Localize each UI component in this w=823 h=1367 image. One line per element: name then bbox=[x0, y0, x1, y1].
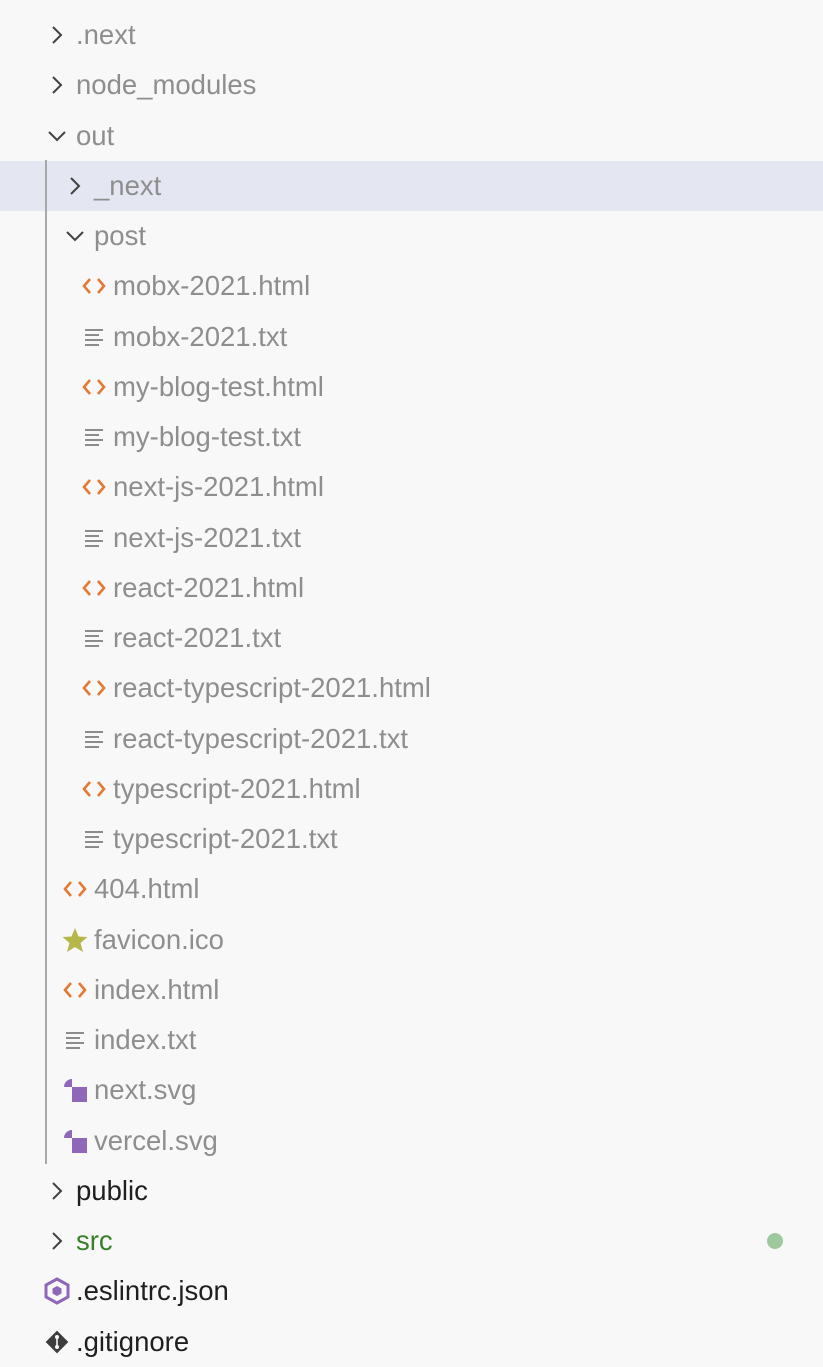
modified-dot-badge bbox=[767, 1233, 783, 1250]
item-label: mobx-2021.html bbox=[113, 270, 311, 302]
text-lines-icon bbox=[75, 426, 113, 448]
folder-src[interactable]: src bbox=[0, 1216, 823, 1266]
item-label: favicon.ico bbox=[94, 923, 224, 955]
file-index-html[interactable]: index.html bbox=[0, 965, 823, 1015]
chevron-right-icon[interactable] bbox=[38, 73, 76, 97]
file-my-blog-test-txt[interactable]: my-blog-test.txt bbox=[0, 412, 823, 462]
item-label: node_modules bbox=[76, 69, 257, 101]
file-404-html[interactable]: 404.html bbox=[0, 864, 823, 914]
folder-next[interactable]: _next bbox=[0, 160, 823, 211]
text-lines-icon bbox=[75, 527, 113, 549]
item-label: out bbox=[76, 119, 115, 151]
svg-shapes-icon bbox=[56, 1127, 94, 1155]
eslint-icon bbox=[38, 1277, 76, 1306]
text-lines-icon bbox=[56, 1029, 94, 1051]
html-code-icon bbox=[75, 476, 113, 498]
file-explorer-tree: .next node_modulesout _nextpost mobx-2021.h… bbox=[0, 10, 823, 1367]
file-react-2021-txt[interactable]: react-2021.txt bbox=[0, 613, 823, 663]
git-icon bbox=[38, 1328, 76, 1356]
item-label: my-blog-test.html bbox=[113, 370, 324, 402]
chevron-down-icon[interactable] bbox=[56, 224, 94, 248]
chevron-right-icon[interactable] bbox=[38, 23, 76, 47]
file-react-typescript-2021-txt[interactable]: react-typescript-2021.txt bbox=[0, 714, 823, 764]
html-code-icon bbox=[75, 376, 113, 398]
html-code-icon bbox=[56, 979, 94, 1001]
item-label: .eslintrc.json bbox=[76, 1275, 229, 1307]
item-label: public bbox=[76, 1174, 148, 1206]
item-label: my-blog-test.txt bbox=[113, 421, 301, 453]
file-gitignore[interactable]: .gitignore bbox=[0, 1317, 823, 1367]
star-icon bbox=[56, 926, 94, 954]
item-label: src bbox=[76, 1225, 113, 1257]
file-my-blog-test-html[interactable]: my-blog-test.html bbox=[0, 362, 823, 412]
item-label: next-js-2021.txt bbox=[113, 521, 302, 553]
html-code-icon bbox=[75, 778, 113, 800]
file-mobx-2021-txt[interactable]: mobx-2021.txt bbox=[0, 312, 823, 362]
item-label: .gitignore bbox=[76, 1325, 190, 1357]
file-mobx-2021-html[interactable]: mobx-2021.html bbox=[0, 261, 823, 311]
item-label: next-js-2021.html bbox=[113, 471, 324, 503]
item-label: next.svg bbox=[94, 1074, 197, 1106]
folder-public[interactable]: public bbox=[0, 1166, 823, 1216]
folder-out[interactable]: out bbox=[0, 111, 823, 161]
file-next-js-2021-txt[interactable]: next-js-2021.txt bbox=[0, 513, 823, 563]
item-label: typescript-2021.txt bbox=[113, 823, 338, 855]
html-code-icon bbox=[75, 577, 113, 599]
item-label: index.txt bbox=[94, 1024, 197, 1056]
file-react-2021-html[interactable]: react-2021.html bbox=[0, 563, 823, 613]
chevron-down-icon[interactable] bbox=[38, 124, 76, 148]
file-favicon-ico[interactable]: favicon.ico bbox=[0, 915, 823, 965]
text-lines-icon bbox=[75, 828, 113, 850]
text-lines-icon bbox=[75, 326, 113, 348]
item-label: index.html bbox=[94, 973, 220, 1005]
item-label: typescript-2021.html bbox=[113, 772, 361, 804]
html-code-icon bbox=[75, 677, 113, 699]
item-label: post bbox=[94, 220, 146, 252]
indent-guide-out bbox=[45, 160, 47, 1164]
file-vercel-svg[interactable]: vercel.svg bbox=[0, 1116, 823, 1166]
svg-shapes-icon bbox=[56, 1076, 94, 1104]
html-code-icon bbox=[75, 275, 113, 297]
folder-next[interactable]: .next bbox=[0, 10, 823, 60]
item-label: _next bbox=[94, 169, 162, 201]
item-label: 404.html bbox=[94, 873, 200, 905]
file-typescript-2021-txt[interactable]: typescript-2021.txt bbox=[0, 814, 823, 864]
chevron-right-icon[interactable] bbox=[56, 174, 94, 198]
item-label: react-2021.html bbox=[113, 571, 305, 603]
file-react-typescript-2021-html[interactable]: react-typescript-2021.html bbox=[0, 663, 823, 713]
text-lines-icon bbox=[75, 627, 113, 649]
item-label: react-typescript-2021.html bbox=[113, 672, 431, 704]
file-eslintrc-json[interactable]: .eslintrc.json bbox=[0, 1266, 823, 1316]
item-label: .next bbox=[76, 19, 136, 51]
folder-node-modules[interactable]: node_modules bbox=[0, 60, 823, 110]
html-code-icon bbox=[56, 878, 94, 900]
folder-post[interactable]: post bbox=[0, 211, 823, 261]
item-label: mobx-2021.txt bbox=[113, 320, 288, 352]
item-label: react-typescript-2021.txt bbox=[113, 722, 408, 754]
file-next-svg[interactable]: next.svg bbox=[0, 1065, 823, 1115]
file-typescript-2021-html[interactable]: typescript-2021.html bbox=[0, 764, 823, 814]
chevron-right-icon[interactable] bbox=[38, 1179, 76, 1203]
item-label: vercel.svg bbox=[94, 1124, 218, 1156]
text-lines-icon bbox=[75, 728, 113, 750]
file-index-txt[interactable]: index.txt bbox=[0, 1015, 823, 1065]
file-next-js-2021-html[interactable]: next-js-2021.html bbox=[0, 462, 823, 512]
chevron-right-icon[interactable] bbox=[38, 1229, 76, 1253]
item-label: react-2021.txt bbox=[113, 622, 282, 654]
